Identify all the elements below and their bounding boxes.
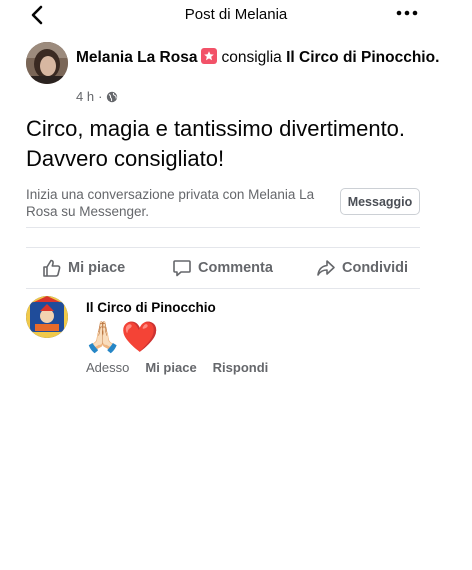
author-avatar[interactable] — [26, 42, 68, 84]
like-button[interactable]: Mi piace — [42, 258, 125, 278]
comment-bubble-icon — [173, 260, 191, 277]
author-photo — [26, 42, 68, 84]
meta-separator: · — [98, 89, 103, 104]
author-name[interactable]: Melania La Rosa — [76, 49, 197, 66]
recommendation-verb: consiglia — [221, 49, 282, 66]
commenter-photo — [26, 296, 68, 338]
more-dots-icon — [396, 10, 418, 16]
recommended-page-name[interactable]: Il Circo di Pinocchio. — [286, 49, 439, 66]
post-page: Post di Melania Melania La Rosa consiglia… — [0, 0, 472, 570]
author-line: Melania La Rosa consiglia Il Circo di Pin… — [76, 47, 456, 68]
share-button[interactable]: Condividi — [316, 258, 408, 278]
post-actions: Mi piace Commenta Condividi — [26, 247, 420, 289]
top-bar: Post di Melania — [0, 0, 472, 30]
comment-reply-button[interactable]: Rispondi — [213, 360, 269, 375]
message-button[interactable]: Messaggio — [340, 188, 420, 215]
share-label: Condividi — [342, 260, 409, 276]
thumbs-up-icon — [43, 259, 61, 277]
like-label: Mi piace — [68, 260, 126, 276]
comment-emojis: 🙏🏻❤️ — [84, 321, 159, 354]
comment-author[interactable]: Il Circo di Pinocchio — [86, 300, 216, 315]
post-text: Circo, magia e tantissimo divertimento. … — [26, 116, 406, 171]
recommendation-star-icon — [201, 48, 218, 64]
share-arrow-icon — [317, 260, 335, 276]
post-time[interactable]: 4 h — [76, 89, 94, 104]
messenger-prompt: Inizia una conversazione privata con Mel… — [26, 184, 420, 228]
comment-meta: Adesso Mi piace Rispondi — [86, 360, 268, 375]
comment-like-button[interactable]: Mi piace — [145, 360, 196, 375]
messenger-prompt-text: Inizia una conversazione privata con Mel… — [26, 187, 315, 219]
comment-label: Commenta — [198, 260, 273, 276]
comment-text: 🙏🏻❤️ — [84, 318, 159, 358]
comment-time: Adesso — [86, 360, 130, 375]
more-options-button[interactable] — [394, 2, 420, 24]
post-meta: 4 h · — [76, 89, 118, 104]
comment-button[interactable]: Commenta — [172, 258, 273, 278]
globe-icon — [106, 91, 118, 103]
commenter-avatar[interactable] — [26, 296, 68, 338]
